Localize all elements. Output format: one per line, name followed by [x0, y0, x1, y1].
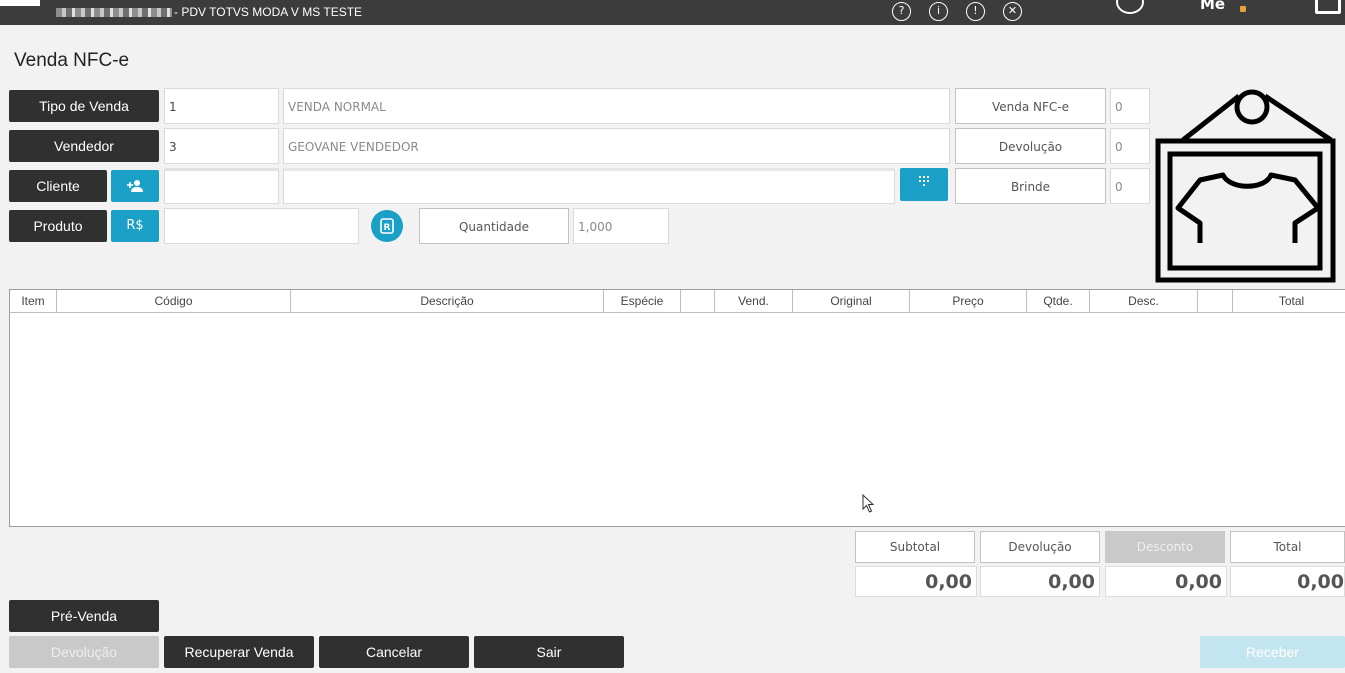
info-icon[interactable]: i — [929, 2, 948, 21]
me-logo: Me — [1200, 0, 1226, 13]
quantidade-input[interactable]: 1,000 — [573, 208, 669, 244]
col-original[interactable]: Original — [793, 290, 910, 313]
col-blank-1[interactable] — [681, 290, 715, 313]
items-table[interactable]: Item Código Descrição Espécie Vend. Orig… — [9, 289, 1345, 527]
subtotal-label: Subtotal — [855, 531, 975, 563]
col-vend[interactable]: Vend. — [715, 290, 793, 313]
sair-button[interactable]: Sair — [474, 636, 624, 668]
cancelar-button[interactable]: Cancelar — [319, 636, 469, 668]
app-title: - PDV TOTVS MODA V MS TESTE — [174, 5, 363, 19]
keypad-icon — [919, 176, 929, 186]
total-value: 0,00 — [1230, 566, 1345, 597]
vendedor-description: GEOVANE VENDEDOR — [283, 128, 950, 164]
col-preco[interactable]: Preço — [910, 290, 1027, 313]
menu-icon[interactable] — [0, 0, 40, 6]
cliente-code-input[interactable] — [164, 168, 279, 204]
col-codigo[interactable]: Código — [57, 290, 291, 313]
counter-venda-nfce-value: 0 — [1110, 88, 1150, 124]
tipo-venda-button[interactable]: Tipo de Venda — [9, 90, 159, 122]
counter-devolucao-value: 0 — [1110, 128, 1150, 164]
price-lookup-button[interactable]: R$ — [111, 210, 159, 242]
add-person-icon — [127, 180, 143, 192]
vendedor-button[interactable]: Vendedor — [9, 130, 159, 162]
col-qtde[interactable]: Qtde. — [1027, 290, 1090, 313]
col-descricao[interactable]: Descrição — [291, 290, 604, 313]
col-desc[interactable]: Desc. — [1090, 290, 1198, 313]
cliente-button[interactable]: Cliente — [9, 170, 107, 202]
receber-button[interactable]: Receber — [1200, 636, 1345, 668]
table-header: Item Código Descrição Espécie Vend. Orig… — [10, 290, 1345, 313]
help-icon[interactable]: ? — [892, 2, 911, 21]
svg-text:R: R — [384, 223, 391, 233]
reference-icon: R — [380, 218, 394, 234]
produto-button[interactable]: Produto — [9, 210, 107, 242]
col-total[interactable]: Total — [1233, 290, 1345, 313]
client-search-button[interactable] — [900, 168, 948, 201]
devolucao-total-value: 0,00 — [980, 566, 1100, 597]
devolucao-button[interactable]: Devolução — [9, 636, 159, 668]
close-icon[interactable]: ✕ — [1003, 2, 1022, 21]
quantidade-label: Quantidade — [419, 208, 569, 244]
title-bar: - PDV TOTVS MODA V MS TESTE ? i ! ✕ Me — [0, 0, 1345, 25]
bag-icon[interactable] — [1315, 0, 1341, 14]
col-item[interactable]: Item — [10, 290, 57, 313]
produto-input[interactable] — [164, 208, 359, 244]
add-client-button[interactable] — [111, 170, 159, 202]
devolucao-total-label: Devolução — [980, 531, 1100, 563]
col-especie[interactable]: Espécie — [604, 290, 681, 313]
cliente-description — [283, 168, 895, 204]
subtotal-value: 0,00 — [855, 566, 977, 597]
reference-button[interactable]: R — [371, 210, 403, 242]
page-title: Venda NFC-e — [14, 50, 130, 71]
user-icon[interactable] — [1116, 0, 1144, 14]
total-label: Total — [1230, 531, 1345, 563]
recuperar-venda-button[interactable]: Recuperar Venda — [164, 636, 314, 668]
vendedor-code-input[interactable]: 3 — [164, 128, 279, 164]
col-blank-2[interactable] — [1198, 290, 1233, 313]
tipo-venda-description: VENDA NORMAL — [283, 88, 950, 124]
desconto-value: 0,00 — [1105, 566, 1227, 597]
clothing-store-icon — [1155, 89, 1336, 283]
alert-icon[interactable]: ! — [966, 2, 985, 21]
counter-devolucao-label: Devolução — [955, 128, 1106, 164]
counter-brinde-value: 0 — [1110, 168, 1150, 204]
me-logo-dot — [1240, 6, 1246, 12]
desconto-button[interactable]: Desconto — [1105, 531, 1225, 563]
pre-venda-button[interactable]: Pré-Venda — [9, 600, 159, 632]
counter-brinde-label: Brinde — [955, 168, 1106, 204]
mouse-cursor-icon — [862, 494, 875, 513]
tipo-venda-code-input[interactable]: 1 — [164, 88, 279, 124]
store-name-redacted — [56, 8, 172, 17]
counter-venda-nfce-label: Venda NFC-e — [955, 88, 1106, 124]
